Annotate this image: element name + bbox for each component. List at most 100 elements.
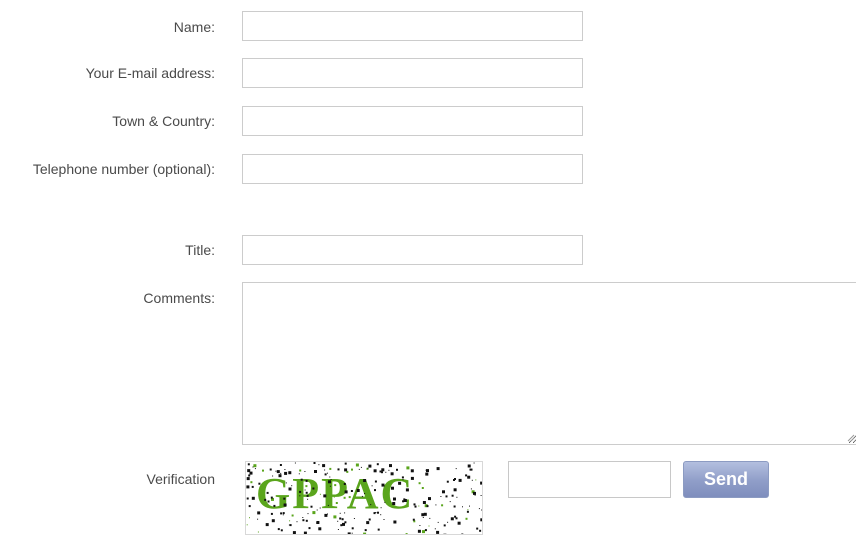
captcha-noise-dot bbox=[330, 479, 332, 480]
verification-input[interactable] bbox=[508, 461, 671, 498]
captcha-noise-dot bbox=[402, 500, 405, 503]
captcha-noise-dot bbox=[305, 479, 308, 482]
town-country-input[interactable] bbox=[242, 106, 583, 136]
name-input[interactable] bbox=[242, 11, 583, 41]
captcha-noise-dot bbox=[343, 496, 346, 499]
captcha-noise-dot bbox=[265, 523, 269, 527]
captcha-noise-dot bbox=[481, 509, 482, 511]
telephone-input[interactable] bbox=[242, 154, 583, 184]
captcha-noise-dot bbox=[267, 500, 270, 503]
captcha-noise-dot bbox=[353, 518, 355, 519]
captcha-noise-dot bbox=[339, 517, 342, 520]
captcha-noise-dot bbox=[442, 490, 445, 494]
captcha-noise-dot bbox=[351, 532, 353, 534]
captcha-noise-dot bbox=[288, 471, 292, 475]
captcha-noise-dot bbox=[374, 480, 377, 483]
captcha-noise-dot bbox=[469, 468, 472, 471]
captcha-noise-dot bbox=[458, 478, 462, 482]
captcha-noise-dot bbox=[393, 497, 396, 501]
title-label: Title: bbox=[185, 242, 215, 258]
captcha-noise-dot bbox=[323, 494, 327, 498]
email-input[interactable] bbox=[242, 58, 583, 88]
captcha-noise-dot bbox=[414, 505, 417, 508]
captcha-noise-dot bbox=[426, 505, 429, 508]
captcha-noise-dot bbox=[368, 518, 371, 521]
captcha-noise-dot bbox=[440, 496, 442, 497]
send-button[interactable]: Send bbox=[683, 461, 769, 498]
captcha-noise-dot bbox=[384, 501, 386, 503]
captcha-noise-dot bbox=[280, 529, 283, 532]
captcha-noise-dot bbox=[467, 475, 471, 479]
captcha-noise-dot bbox=[288, 524, 290, 526]
captcha-noise-dot bbox=[250, 481, 253, 484]
captcha-noise-dot bbox=[474, 494, 476, 496]
captcha-noise-dot bbox=[413, 503, 416, 506]
captcha-noise-dot bbox=[441, 504, 444, 507]
captcha-noise-dot bbox=[388, 469, 390, 471]
captcha-noise-dot bbox=[421, 487, 424, 489]
captcha-noise-dot bbox=[473, 491, 476, 495]
captcha-noise-dot bbox=[337, 520, 339, 522]
captcha-noise-dot bbox=[422, 517, 424, 518]
captcha-noise-dot bbox=[271, 519, 275, 523]
captcha-noise-dot bbox=[285, 482, 287, 484]
captcha-noise-dot bbox=[360, 466, 362, 468]
captcha-noise-dot bbox=[361, 495, 363, 497]
captcha-noise-dot bbox=[246, 477, 250, 481]
captcha-noise-dot bbox=[344, 490, 348, 494]
captcha-noise-dot bbox=[480, 518, 482, 522]
captcha-noise-dot bbox=[436, 530, 440, 534]
captcha-noise-dot bbox=[282, 512, 285, 515]
captcha-noise-dot bbox=[374, 489, 376, 492]
captcha-noise-dot bbox=[257, 531, 259, 533]
captcha-noise-dot bbox=[251, 485, 254, 488]
captcha-noise-dot bbox=[273, 504, 276, 507]
captcha-noise-dot bbox=[455, 517, 458, 520]
title-input[interactable] bbox=[242, 235, 583, 265]
captcha-noise-dot bbox=[396, 468, 398, 471]
captcha-noise-dot bbox=[381, 471, 383, 474]
captcha-noise-dot bbox=[319, 493, 321, 495]
captcha-noise-dot bbox=[405, 488, 409, 492]
captcha-noise-dot bbox=[390, 472, 394, 476]
captcha-noise-dot bbox=[292, 531, 296, 534]
captcha-noise-dot bbox=[298, 473, 300, 475]
captcha-noise-dot bbox=[410, 476, 414, 480]
captcha-noise-dot bbox=[289, 520, 291, 522]
captcha-noise-dot bbox=[312, 511, 316, 515]
captcha-noise-dot bbox=[380, 507, 382, 509]
captcha-noise-dot bbox=[480, 495, 482, 496]
captcha-noise-dot bbox=[457, 521, 461, 525]
captcha-noise-dot bbox=[412, 518, 415, 521]
captcha-noise-dot bbox=[316, 509, 318, 511]
captcha-noise-dot bbox=[318, 527, 322, 531]
captcha-noise-dot bbox=[337, 529, 339, 530]
captcha-noise-dot bbox=[280, 472, 282, 474]
captcha-noise-dot bbox=[252, 466, 254, 468]
captcha-noise-dot bbox=[302, 519, 305, 522]
captcha-noise-dot bbox=[465, 474, 468, 477]
captcha-noise-dot bbox=[425, 469, 427, 471]
captcha-noise-dot bbox=[350, 490, 353, 492]
captcha-noise-dot bbox=[299, 490, 302, 493]
captcha-noise-dot bbox=[417, 529, 421, 533]
captcha-noise-dot bbox=[445, 495, 448, 498]
captcha-noise-dot bbox=[318, 464, 320, 466]
captcha-noise-dot bbox=[422, 501, 426, 504]
captcha-noise-dot bbox=[339, 512, 341, 514]
captcha-noise-dot bbox=[373, 512, 376, 515]
captcha-noise-dot bbox=[257, 511, 261, 515]
captcha-noise-dot bbox=[366, 521, 370, 525]
telephone-label: Telephone number (optional): bbox=[32, 161, 215, 177]
captcha-noise-dot bbox=[381, 468, 385, 472]
captcha-noise-dot bbox=[418, 482, 421, 485]
captcha-noise-dot bbox=[278, 474, 282, 478]
captcha-noise-dot bbox=[322, 464, 326, 468]
captcha-noise-dot bbox=[383, 519, 385, 520]
captcha-noise-dot bbox=[406, 466, 410, 470]
captcha-noise-dot bbox=[391, 486, 394, 490]
captcha-noise-dot bbox=[342, 522, 345, 526]
captcha-noise-dot bbox=[375, 512, 377, 514]
captcha-noise-dot bbox=[401, 476, 404, 479]
comments-textarea[interactable] bbox=[242, 282, 856, 445]
